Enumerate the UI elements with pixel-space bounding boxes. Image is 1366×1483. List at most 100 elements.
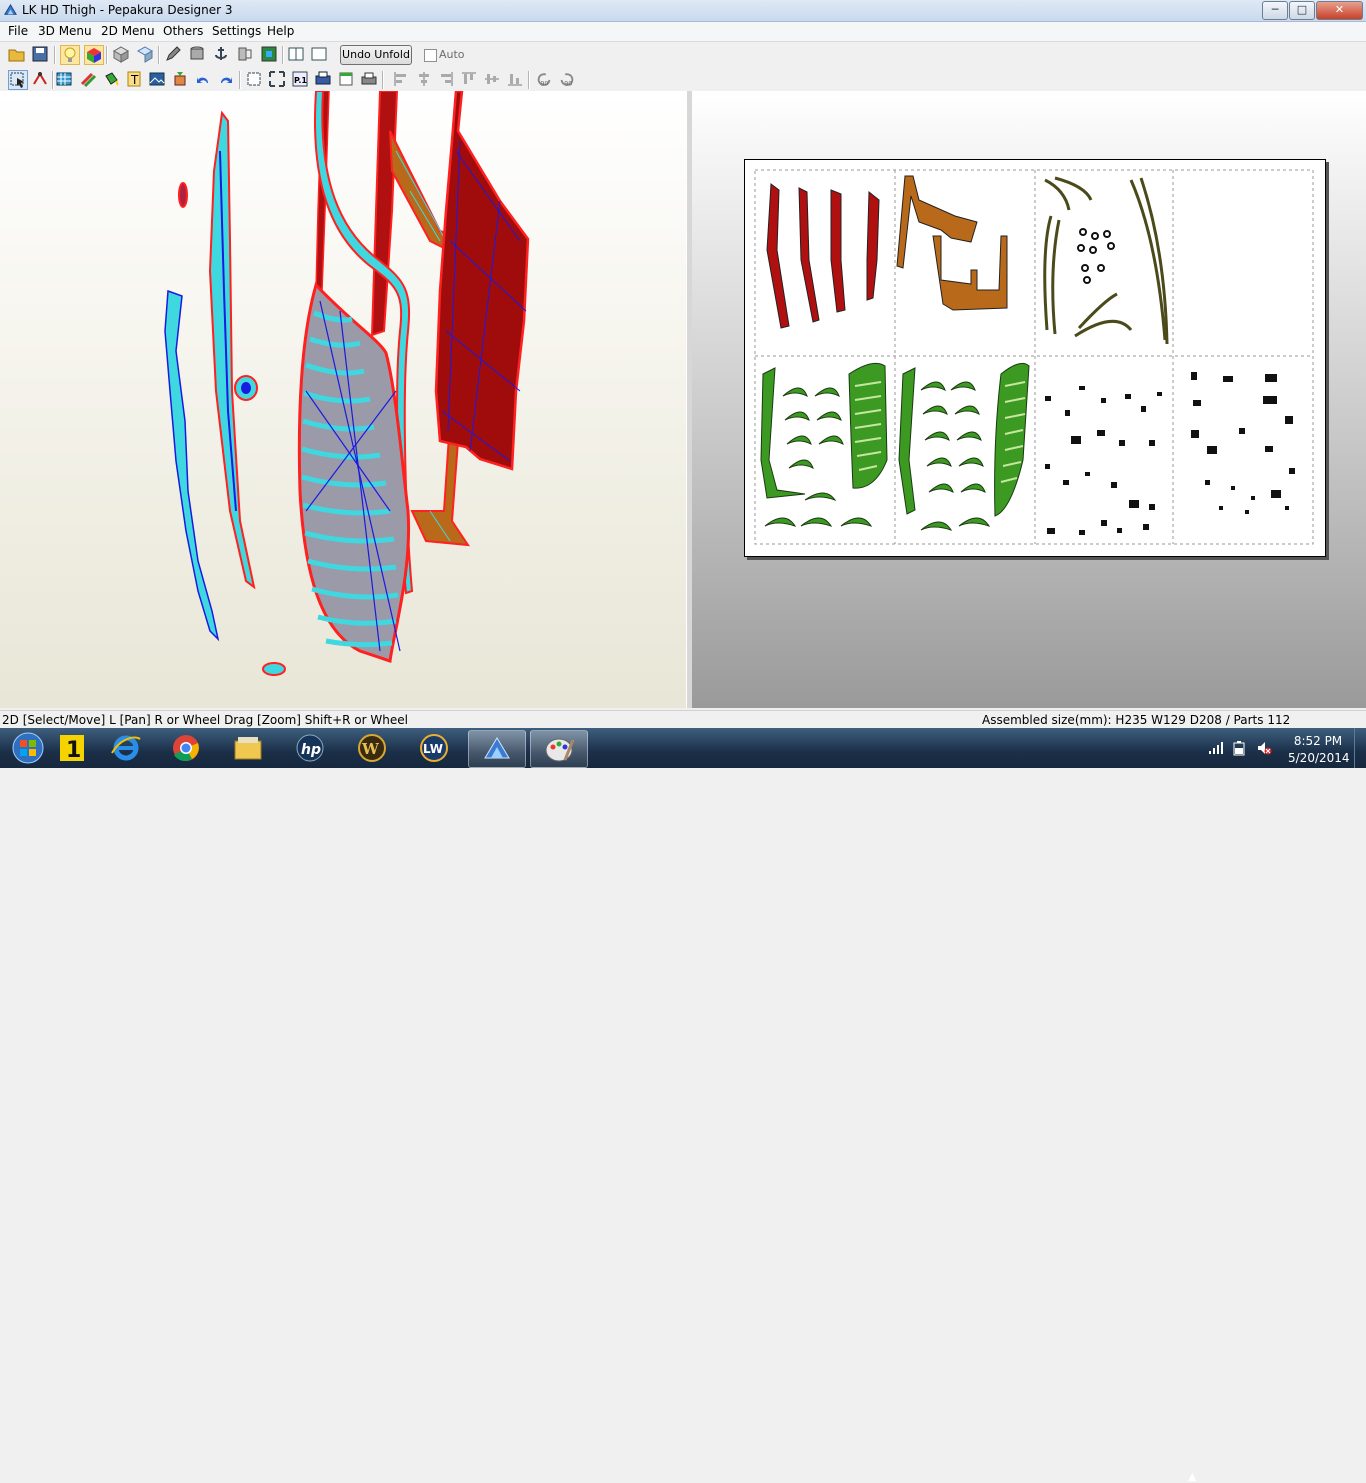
calendar-icon[interactable] xyxy=(337,70,355,88)
print-sheet[interactable] xyxy=(744,159,1326,557)
menu-others[interactable]: Others xyxy=(163,24,203,38)
align-top-icon[interactable] xyxy=(460,70,478,88)
menu-2d[interactable]: 2D Menu xyxy=(101,24,155,38)
menu-3d[interactable]: 3D Menu xyxy=(38,24,92,38)
internet-explorer-icon[interactable] xyxy=(98,730,154,766)
align-middle-icon[interactable] xyxy=(483,70,501,88)
pepakura-task-icon[interactable] xyxy=(468,730,526,768)
wire-cube-icon[interactable] xyxy=(112,45,130,63)
lightbulb-icon[interactable] xyxy=(60,45,80,65)
rotate-left-icon[interactable]: 90 xyxy=(535,70,555,88)
hp-icon[interactable]: hp xyxy=(282,730,338,766)
image-tool-icon[interactable] xyxy=(148,70,166,88)
clock-date[interactable]: 5/20/2014 xyxy=(1288,751,1350,765)
status-bar: 2D [Select/Move] L [Pan] R or Wheel Drag… xyxy=(0,710,1366,729)
add-part-icon[interactable] xyxy=(171,70,189,88)
show-desktop-button[interactable] xyxy=(1354,728,1366,768)
page-label: P.1 xyxy=(294,76,307,85)
grid-icon[interactable] xyxy=(55,70,73,88)
lightwave-icon[interactable]: LW xyxy=(406,730,462,766)
speaker-muted-icon[interactable] xyxy=(1256,740,1272,756)
status-assembled-size: Assembled size(mm): H235 W129 D208 / Par… xyxy=(982,713,1291,727)
undo-icon[interactable] xyxy=(194,70,212,88)
3d-model-viewport[interactable] xyxy=(0,91,686,708)
color-cube-icon[interactable] xyxy=(84,45,104,65)
texture-icon[interactable] xyxy=(260,45,278,63)
print-icon[interactable] xyxy=(360,70,378,88)
close-button[interactable]: ✕ xyxy=(1316,1,1363,20)
auto-label: Auto xyxy=(439,48,465,61)
align-left-icon[interactable] xyxy=(392,70,410,88)
text-tool-icon[interactable]: T xyxy=(125,70,143,88)
color-pencil-icon[interactable] xyxy=(79,70,97,88)
world-of-warcraft-icon[interactable]: W xyxy=(344,730,400,766)
green-leaves-group-1 xyxy=(760,362,888,527)
single-pane-icon[interactable] xyxy=(287,45,305,63)
menu-settings[interactable]: Settings xyxy=(212,24,261,38)
open-folder-icon[interactable] xyxy=(8,45,26,63)
small-black-pieces-group xyxy=(1045,372,1295,535)
3d-part-small-top xyxy=(178,182,188,208)
3d-part-bottom-disc xyxy=(262,662,286,676)
cylinder-icon[interactable] xyxy=(188,45,206,63)
rotate-right-label: 90 xyxy=(564,80,572,87)
title-bar: LK HD Thigh - Pepakura Designer 3 ─ □ ✕ xyxy=(0,0,1366,22)
svg-text:LW: LW xyxy=(423,742,443,756)
save-icon[interactable] xyxy=(31,45,49,63)
print-layout-icon[interactable] xyxy=(314,70,332,88)
pencil-icon[interactable] xyxy=(164,45,182,63)
main-toolbar: Undo Unfold Auto xyxy=(0,42,1366,67)
svg-text:hp: hp xyxy=(301,742,321,758)
3d-part-jagged-strip xyxy=(164,289,220,642)
chrome-icon[interactable] xyxy=(158,730,214,766)
paint-bucket-icon[interactable] xyxy=(102,70,120,88)
fit-page-icon[interactable] xyxy=(245,70,263,88)
paint-task-icon[interactable] xyxy=(530,730,588,768)
file-explorer-icon[interactable] xyxy=(220,730,276,766)
unfolded-parts-layout xyxy=(754,169,1314,545)
start-button[interactable] xyxy=(4,730,48,766)
maximize-button[interactable]: □ xyxy=(1289,1,1315,20)
minimize-button[interactable]: ─ xyxy=(1262,1,1288,20)
pepakura-app-icon[interactable] xyxy=(3,3,18,18)
2d-view-pane[interactable] xyxy=(692,91,1366,708)
paper-cube-icon[interactable] xyxy=(136,45,154,63)
small-rings-group xyxy=(1077,228,1115,284)
anchor-icon[interactable] xyxy=(212,45,230,63)
3d-view-pane[interactable] xyxy=(0,91,687,708)
rotate-right-icon[interactable]: 90 xyxy=(558,70,578,88)
window-title: LK HD Thigh - Pepakura Designer 3 xyxy=(22,3,233,17)
menu-help[interactable]: Help xyxy=(267,24,294,38)
network-signal-icon[interactable] xyxy=(1208,741,1224,755)
page-setup-icon[interactable]: P.1 xyxy=(291,70,309,88)
svg-text:W: W xyxy=(361,740,380,758)
red-strips-group xyxy=(766,183,880,329)
olive-curves-group xyxy=(1043,176,1169,345)
auto-checkbox[interactable] xyxy=(424,49,437,62)
clock-time[interactable]: 8:52 PM xyxy=(1290,734,1346,748)
orange-part-group xyxy=(896,175,1008,311)
3d-part-bar-mid xyxy=(370,91,399,337)
menu-bar: File 3D Menu 2D Menu Others Settings Hel… xyxy=(0,22,1366,42)
norton-task-icon[interactable]: 1 xyxy=(44,730,100,766)
battery-icon[interactable] xyxy=(1232,740,1246,756)
align-center-icon[interactable] xyxy=(415,70,433,88)
windows-taskbar: 1 hp W LW ▲ xyxy=(0,728,1366,1483)
align-bottom-icon[interactable] xyxy=(506,70,524,88)
3d-part-long-strip xyxy=(208,110,256,590)
status-mode-hint: 2D [Select/Move] L [Pan] R or Wheel Drag… xyxy=(2,713,408,727)
split-pane-icon[interactable] xyxy=(310,45,328,63)
undo-unfold-button[interactable]: Undo Unfold xyxy=(340,45,412,65)
menu-file[interactable]: File xyxy=(8,24,28,38)
align-right-icon[interactable] xyxy=(437,70,455,88)
zoom-fit-icon[interactable] xyxy=(268,70,286,88)
redo-icon[interactable] xyxy=(217,70,235,88)
join-edge-icon[interactable] xyxy=(31,70,49,88)
show-hidden-icons-icon[interactable]: ▲ xyxy=(1188,1470,1196,1483)
rotate-left-label: 90 xyxy=(540,80,548,87)
svg-text:1: 1 xyxy=(66,738,81,763)
select-tool-icon[interactable] xyxy=(8,70,28,90)
flap-icon[interactable] xyxy=(236,45,254,63)
svg-text:T: T xyxy=(130,73,139,87)
edit-toolbar: T P.1 90 90 xyxy=(0,67,1366,92)
